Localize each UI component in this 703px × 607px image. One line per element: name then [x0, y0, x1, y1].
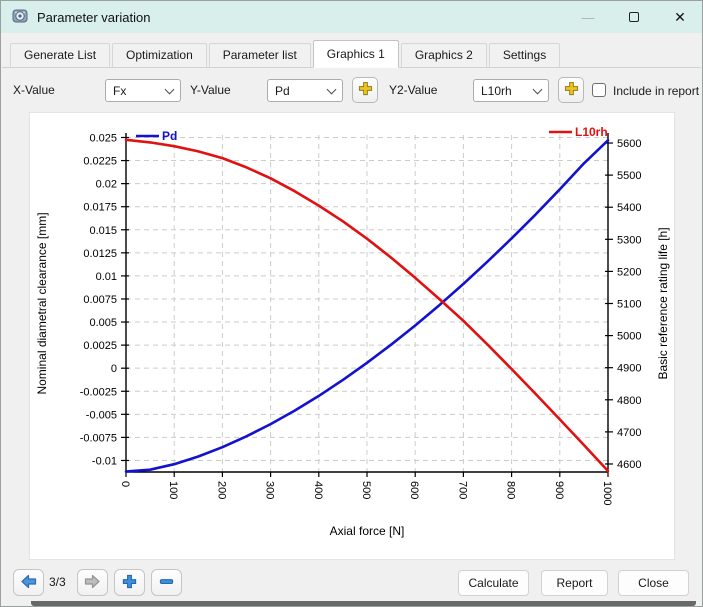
y2-value-current: L10rh [481, 83, 512, 98]
include-in-report-checkbox[interactable] [592, 83, 606, 97]
svg-text:Nominal diametral clearance [m: Nominal diametral clearance [mm] [35, 212, 49, 394]
add-y-curve-button[interactable] [352, 77, 378, 103]
svg-text:900: 900 [553, 481, 565, 499]
x-value-label: X-Value [13, 83, 55, 97]
plus-icon [122, 574, 137, 592]
svg-text:1000: 1000 [601, 481, 613, 505]
chevron-down-icon [326, 84, 337, 94]
svg-text:100: 100 [167, 481, 179, 499]
close-dialog-button[interactable]: Close [618, 570, 689, 596]
footer: 3/3 Calculate Report Close [1, 559, 702, 606]
svg-text:-0.0075: -0.0075 [80, 432, 117, 444]
tab-optimization[interactable]: Optimization [112, 43, 207, 67]
toolbar: X-Value Fx Y-Value Pd Y2-Value L10rh Inc… [1, 69, 702, 111]
svg-text:5500: 5500 [617, 170, 641, 182]
svg-text:4800: 4800 [617, 395, 641, 407]
grid-layer [126, 135, 608, 472]
svg-text:4900: 4900 [617, 363, 641, 375]
add-chart-button[interactable] [114, 569, 145, 596]
tab-graphics-2[interactable]: Graphics 2 [400, 43, 487, 67]
report-button[interactable]: Report [541, 570, 608, 596]
tab-generate-list[interactable]: Generate List [10, 43, 111, 67]
chevron-down-icon [532, 84, 543, 94]
svg-text:4700: 4700 [617, 427, 641, 439]
svg-text:0.0175: 0.0175 [83, 202, 117, 214]
svg-text:Basic reference rating life [h: Basic reference rating life [h] [656, 227, 670, 379]
add-y2-curve-button[interactable] [558, 77, 584, 103]
tick-labels: -0.01 -0.0075 -0.005 -0.0025 0 0.0025 0.005 0.0… [80, 132, 642, 505]
svg-text:800: 800 [505, 481, 517, 499]
titlebar: Parameter variation — ✕ [1, 1, 702, 33]
svg-text:0.025: 0.025 [89, 132, 117, 144]
svg-text:0.015: 0.015 [89, 225, 117, 237]
window-shadow [31, 601, 696, 606]
svg-text:0.02: 0.02 [96, 179, 117, 191]
gold-plus-icon [358, 81, 373, 99]
svg-text:5300: 5300 [617, 234, 641, 246]
chevron-down-icon [164, 84, 175, 94]
svg-text:5600: 5600 [617, 138, 641, 150]
svg-text:Axial force [N]: Axial force [N] [330, 524, 405, 538]
arrow-right-icon [84, 574, 101, 592]
legend: Pd L10rh [136, 125, 608, 143]
gold-plus-icon [564, 81, 579, 99]
tab-settings[interactable]: Settings [488, 43, 561, 67]
minimize-button[interactable]: — [566, 1, 610, 33]
page-indicator: 3/3 [49, 575, 66, 589]
remove-chart-button[interactable] [151, 569, 182, 596]
legend-label-Pd: Pd [162, 129, 177, 143]
calculate-button[interactable]: Calculate [458, 570, 529, 596]
y-value-current: Pd [275, 83, 290, 98]
previous-page-button[interactable] [13, 569, 44, 596]
maximize-icon [629, 12, 639, 22]
svg-text:4600: 4600 [617, 459, 641, 471]
parameter-variation-chart: -0.01 -0.0075 -0.005 -0.0025 0 0.0025 0.005 0.0… [35, 125, 670, 538]
svg-text:0.0075: 0.0075 [83, 294, 117, 306]
svg-text:5100: 5100 [617, 299, 641, 311]
y2-value-select[interactable]: L10rh [473, 79, 549, 102]
tab-graphics-1[interactable]: Graphics 1 [312, 40, 399, 68]
svg-text:0: 0 [119, 481, 131, 487]
window-title: Parameter variation [37, 9, 151, 25]
tab-bar: Generate List Optimization Parameter list G… [2, 40, 701, 68]
arrow-left-icon [20, 574, 37, 592]
x-value-select[interactable]: Fx [105, 79, 181, 102]
maximize-button[interactable] [612, 1, 656, 33]
legend-label-L10rh: L10rh [575, 125, 608, 139]
include-in-report-label: Include in report [613, 84, 700, 98]
svg-text:400: 400 [312, 481, 324, 499]
axis-titles: Nominal diametral clearance [mm] Basic re… [35, 212, 670, 538]
svg-text:300: 300 [264, 481, 276, 499]
svg-text:500: 500 [360, 481, 372, 499]
y-value-label: Y-Value [190, 83, 231, 97]
x-value-current: Fx [113, 83, 127, 98]
tab-parameter-list[interactable]: Parameter list [208, 43, 311, 67]
svg-text:200: 200 [215, 481, 227, 499]
next-page-button[interactable] [77, 569, 108, 596]
close-button[interactable]: ✕ [658, 1, 702, 33]
svg-text:600: 600 [408, 481, 420, 499]
svg-text:0.005: 0.005 [89, 317, 117, 329]
y-value-select[interactable]: Pd [267, 79, 343, 102]
parameter-variation-window: Parameter variation — ✕ Generate List Opt… [0, 0, 703, 607]
svg-text:0.0025: 0.0025 [83, 340, 117, 352]
svg-text:0.01: 0.01 [96, 271, 117, 283]
minus-icon [159, 574, 174, 592]
bearing-icon [12, 8, 28, 27]
svg-text:-0.0025: -0.0025 [80, 386, 117, 398]
chart-panel: -0.01 -0.0075 -0.005 -0.0025 0 0.0025 0.005 0.0… [29, 112, 675, 560]
svg-text:0.0225: 0.0225 [83, 156, 117, 168]
y2-value-label: Y2-Value [389, 83, 438, 97]
svg-text:5200: 5200 [617, 266, 641, 278]
svg-text:0: 0 [111, 363, 117, 375]
svg-text:700: 700 [456, 481, 468, 499]
svg-text:-0.005: -0.005 [86, 409, 117, 421]
svg-text:5400: 5400 [617, 202, 641, 214]
svg-text:0.0125: 0.0125 [83, 248, 117, 260]
svg-text:5000: 5000 [617, 331, 641, 343]
svg-text:-0.01: -0.01 [92, 455, 117, 467]
